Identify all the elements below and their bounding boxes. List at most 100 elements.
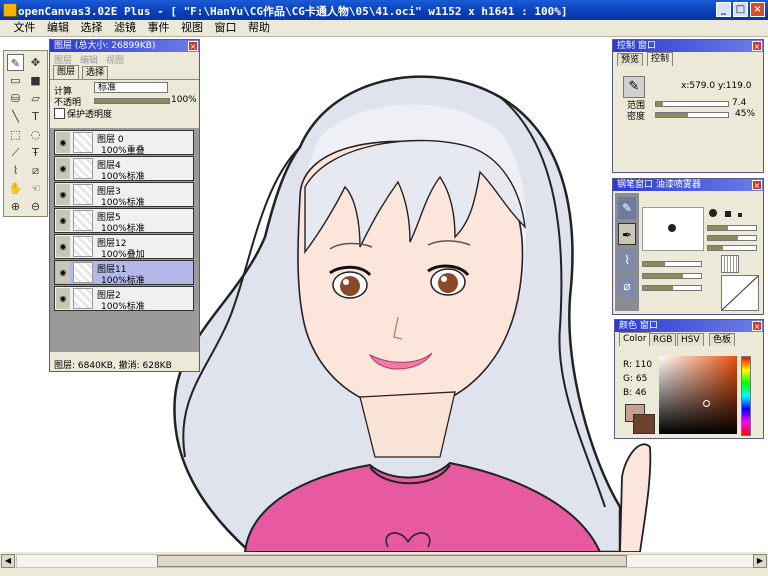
menu-file[interactable]: 文件 — [10, 20, 40, 36]
control-panel-title[interactable]: 控制 窗口 × — [613, 40, 763, 52]
scroll-track[interactable] — [16, 554, 756, 568]
layer-row[interactable]: ◉ 图层12 100%叠加 — [54, 234, 194, 260]
foreground-color-swatch[interactable] — [633, 414, 655, 434]
layer-thumbnail — [73, 184, 93, 205]
scroll-thumb[interactable] — [157, 555, 627, 567]
color-picker-square[interactable] — [659, 356, 737, 434]
menu-event[interactable]: 事件 — [144, 20, 174, 36]
layer-row[interactable]: ◉ 图层5 100%标准 — [54, 208, 194, 234]
text-icon[interactable]: T — [27, 108, 44, 125]
brush-tip-options[interactable] — [707, 207, 761, 221]
texture-icon[interactable] — [721, 255, 739, 273]
zoom-in-icon[interactable]: ⊕ — [7, 198, 24, 215]
pen-icon[interactable]: ✎ — [7, 54, 24, 71]
brush-tool-strip: ✎ ✒ ⌇ ⌀ — [615, 193, 639, 311]
density-slider[interactable] — [655, 112, 729, 118]
rect-select-icon[interactable]: ⬚ — [7, 126, 24, 143]
control-close-icon[interactable]: × — [752, 41, 762, 51]
maximize-button[interactable]: □ — [733, 2, 748, 17]
layer-row[interactable]: ◉ 图层2 100%标准 — [54, 286, 194, 312]
color-panel-title-text: 颜色 窗口 — [619, 321, 658, 331]
eye-icon[interactable]: ◉ — [56, 210, 70, 231]
color-panel-title[interactable]: 颜色 窗口 × — [615, 320, 763, 332]
blend-mode-select[interactable]: 标准 — [94, 82, 168, 93]
brush-param-slider-2[interactable] — [707, 235, 757, 241]
tab-hsv[interactable]: HSV — [677, 333, 704, 346]
brush-panel-title[interactable]: 钢笔窗口 油漆喷雾器 × — [613, 179, 763, 191]
menu-window[interactable]: 窗口 — [211, 20, 241, 36]
brush-param-slider-4[interactable] — [642, 261, 702, 267]
hand-icon[interactable]: ✋ — [7, 180, 24, 197]
line-icon[interactable]: ╲ — [7, 108, 24, 125]
menu-select[interactable]: 选择 — [77, 20, 107, 36]
brush-param-slider-6[interactable] — [642, 285, 702, 291]
layer-mode: 100%标准 — [101, 224, 145, 234]
brush-param-slider-3[interactable] — [707, 245, 757, 251]
color-panel: 颜色 窗口 × Color RGB HSV 色板 R: 110 G: 65 B:… — [614, 319, 764, 439]
text-select-icon[interactable]: Ŧ — [27, 144, 44, 161]
eye-icon[interactable]: ◉ — [56, 262, 70, 283]
brush-close-icon[interactable]: × — [752, 180, 762, 190]
tab-preview[interactable]: 预览 — [617, 53, 644, 66]
rect-outline-icon[interactable]: ▭ — [7, 72, 24, 89]
color-picker-cursor — [703, 400, 710, 407]
layers-panel-title[interactable]: 图层 (总大小: 26899KB) × — [50, 40, 199, 52]
menu-filter[interactable]: 滤镜 — [110, 20, 140, 36]
menu-view[interactable]: 视图 — [177, 20, 207, 36]
eye-icon[interactable]: ◉ — [56, 288, 70, 309]
protect-alpha-checkbox[interactable] — [54, 108, 65, 119]
range-value: 7.4 — [732, 98, 747, 108]
eye-icon[interactable]: ◉ — [56, 184, 70, 205]
wand-icon[interactable]: ⟋ — [7, 144, 24, 161]
layer-mode: 100%重叠 — [101, 146, 145, 156]
scroll-left-icon[interactable]: ◀ — [1, 554, 15, 568]
minimize-button[interactable]: _ — [716, 2, 731, 17]
rotate-hand-icon[interactable]: ☜ — [27, 180, 44, 197]
tab-color[interactable]: Color — [619, 332, 651, 346]
horizontal-scrollbar[interactable]: ◀ ▶ — [0, 552, 768, 576]
range-slider[interactable] — [655, 101, 729, 107]
menu-help[interactable]: 帮助 — [244, 20, 274, 36]
rect-fill-icon[interactable]: ■ — [27, 72, 44, 89]
close-button[interactable]: × — [750, 2, 765, 17]
layer-mode: 100%标准 — [101, 198, 145, 208]
airbrush-icon[interactable]: ✒ — [618, 223, 636, 245]
zoom-out-icon[interactable]: ⊖ — [27, 198, 44, 215]
opacity-slider[interactable] — [94, 98, 170, 104]
tab-rgb[interactable]: RGB — [649, 333, 677, 346]
eye-icon[interactable]: ◉ — [56, 236, 70, 257]
brush-param-slider-1[interactable] — [707, 225, 757, 231]
tab-selection[interactable]: 选择 — [82, 66, 109, 79]
lasso-icon[interactable]: ◌ — [27, 126, 44, 143]
bucket-icon[interactable]: ⛁ — [7, 90, 24, 107]
layers-tabs: 图层 选择 — [50, 65, 199, 79]
layer-row[interactable]: ◉ 图层4 100%标准 — [54, 156, 194, 182]
layers-close-icon[interactable]: × — [188, 41, 198, 51]
eyedropper-icon[interactable]: ⌇ — [7, 162, 24, 179]
color-tabs: Color RGB HSV 色板 — [615, 332, 763, 347]
menu-edit[interactable]: 编辑 — [43, 20, 73, 36]
scroll-right-icon[interactable]: ▶ — [753, 554, 767, 568]
layers-panel: 图层 (总大小: 26899KB) × 图层 编辑 视图 图层 选择 计算 标准… — [49, 39, 200, 372]
layer-row[interactable]: ◉ 图层11 100%标准 — [54, 260, 194, 286]
eye-icon[interactable]: ◉ — [56, 158, 70, 179]
pencil-icon[interactable]: ✎ — [618, 197, 636, 219]
color-close-icon[interactable]: × — [752, 321, 762, 331]
move-icon[interactable]: ✥ — [27, 54, 44, 71]
hue-slider[interactable] — [741, 356, 751, 436]
layer-mode: 100%标准 — [101, 172, 145, 182]
dropper-icon[interactable]: ⌀ — [618, 275, 636, 297]
brush-icon[interactable]: ⌇ — [618, 249, 636, 271]
tab-control[interactable]: 控制 — [647, 52, 674, 66]
transform-icon[interactable]: ⧄ — [27, 162, 44, 179]
tab-swatches[interactable]: 色板 — [709, 333, 736, 346]
brush-shape-preview — [642, 207, 704, 251]
eraser-icon[interactable]: ▱ — [27, 90, 44, 107]
layer-row[interactable]: ◉ 图层3 100%标准 — [54, 182, 194, 208]
pressure-curve[interactable] — [721, 275, 759, 311]
layer-row[interactable]: ◉ 图层 0 100%重叠 — [54, 130, 194, 156]
layer-thumbnail — [73, 288, 93, 309]
eye-icon[interactable]: ◉ — [56, 132, 70, 153]
brush-param-slider-5[interactable] — [642, 273, 702, 279]
tab-layers[interactable]: 图层 — [53, 65, 80, 79]
